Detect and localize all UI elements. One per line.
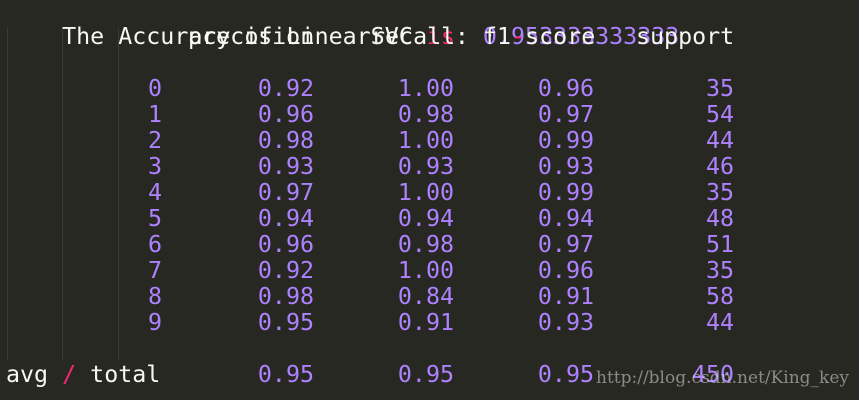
header-precision: precision bbox=[188, 23, 315, 50]
row-recall: 0.94 bbox=[397, 205, 454, 232]
table-row: 3 0.93 0.93 0.93 46 bbox=[6, 154, 856, 180]
table-row: 4 0.97 1.00 0.99 35 bbox=[6, 180, 856, 206]
header-f1-part2: score bbox=[525, 23, 596, 50]
row-label: 0 bbox=[147, 75, 162, 102]
avg-recall: 0.95 bbox=[397, 361, 454, 388]
row-recall: 0.98 bbox=[397, 101, 454, 128]
row-precision: 0.94 bbox=[257, 205, 314, 232]
row-support: 51 bbox=[705, 231, 734, 258]
row-recall: 1.00 bbox=[397, 179, 454, 206]
slash-operator: / bbox=[62, 361, 77, 388]
row-support: 35 bbox=[705, 75, 734, 102]
watermark-text: http://blog.csdn.net/King_key bbox=[596, 368, 849, 388]
row-recall: 1.00 bbox=[397, 127, 454, 154]
row-label: 8 bbox=[147, 283, 162, 310]
row-f1-score: 0.99 bbox=[537, 127, 594, 154]
table-row: 7 0.92 1.00 0.96 35 bbox=[6, 258, 856, 284]
row-f1-score: 0.93 bbox=[537, 153, 594, 180]
row-f1-score: 0.96 bbox=[537, 75, 594, 102]
row-label: 5 bbox=[147, 205, 162, 232]
header-f1-part1: f1 bbox=[483, 23, 512, 50]
row-recall: 0.91 bbox=[397, 309, 454, 336]
row-support: 46 bbox=[705, 153, 734, 180]
row-recall: 1.00 bbox=[397, 257, 454, 284]
row-support: 44 bbox=[705, 127, 734, 154]
avg-f1-score: 0.95 bbox=[537, 361, 594, 388]
row-recall: 0.93 bbox=[397, 153, 454, 180]
accuracy-line: The Accuracy of LinearSVC is: 0.95333333… bbox=[6, 0, 679, 50]
row-precision: 0.92 bbox=[257, 257, 314, 284]
table-row: 2 0.98 1.00 0.99 44 bbox=[6, 128, 856, 154]
row-label: 2 bbox=[147, 127, 162, 154]
row-support: 35 bbox=[705, 179, 734, 206]
row-support: 54 bbox=[705, 101, 734, 128]
avg-label: avg bbox=[6, 361, 63, 388]
row-support: 44 bbox=[705, 309, 734, 336]
table-row: 5 0.94 0.94 0.94 48 bbox=[6, 206, 856, 232]
row-f1-score: 0.97 bbox=[537, 101, 594, 128]
row-precision: 0.98 bbox=[257, 283, 314, 310]
row-support: 35 bbox=[705, 257, 734, 284]
row-label: 3 bbox=[147, 153, 162, 180]
row-f1-score: 0.91 bbox=[537, 283, 594, 310]
row-label: 6 bbox=[147, 231, 162, 258]
row-precision: 0.97 bbox=[257, 179, 314, 206]
avg-total-label: avg / total bbox=[6, 362, 160, 388]
row-recall: 0.84 bbox=[397, 283, 454, 310]
row-support: 58 bbox=[705, 283, 734, 310]
row-label: 4 bbox=[147, 179, 162, 206]
row-recall: 1.00 bbox=[397, 75, 454, 102]
row-precision: 0.96 bbox=[257, 231, 314, 258]
row-f1-score: 0.99 bbox=[537, 179, 594, 206]
header-f1-dash: - bbox=[511, 23, 526, 50]
header-f1-score: f1-score bbox=[483, 24, 595, 50]
table-row: 0 0.92 1.00 0.96 35 bbox=[6, 76, 856, 102]
table-row: 8 0.98 0.84 0.91 58 bbox=[6, 284, 856, 310]
row-label: 9 bbox=[147, 309, 162, 336]
table-row: 6 0.96 0.98 0.97 51 bbox=[6, 232, 856, 258]
row-label: 1 bbox=[147, 101, 162, 128]
row-f1-score: 0.97 bbox=[537, 231, 594, 258]
header-support: support bbox=[636, 23, 735, 50]
table-row: 1 0.96 0.98 0.97 54 bbox=[6, 102, 856, 128]
row-precision: 0.96 bbox=[257, 101, 314, 128]
row-f1-score: 0.93 bbox=[537, 309, 594, 336]
row-precision: 0.95 bbox=[257, 309, 314, 336]
row-precision: 0.93 bbox=[257, 153, 314, 180]
row-support: 48 bbox=[705, 205, 734, 232]
row-label: 7 bbox=[147, 257, 162, 284]
row-f1-score: 0.96 bbox=[537, 257, 594, 284]
table-row: 9 0.95 0.91 0.93 44 bbox=[6, 310, 856, 336]
row-precision: 0.98 bbox=[257, 127, 314, 154]
terminal-output: The Accuracy of LinearSVC is: 0.95333333… bbox=[0, 0, 859, 400]
row-recall: 0.98 bbox=[397, 231, 454, 258]
avg-precision: 0.95 bbox=[257, 361, 314, 388]
row-precision: 0.92 bbox=[257, 75, 314, 102]
total-label: total bbox=[76, 361, 161, 388]
header-recall: recall bbox=[371, 23, 456, 50]
report-header: precision recall f1-score support bbox=[6, 24, 856, 50]
row-f1-score: 0.94 bbox=[537, 205, 594, 232]
